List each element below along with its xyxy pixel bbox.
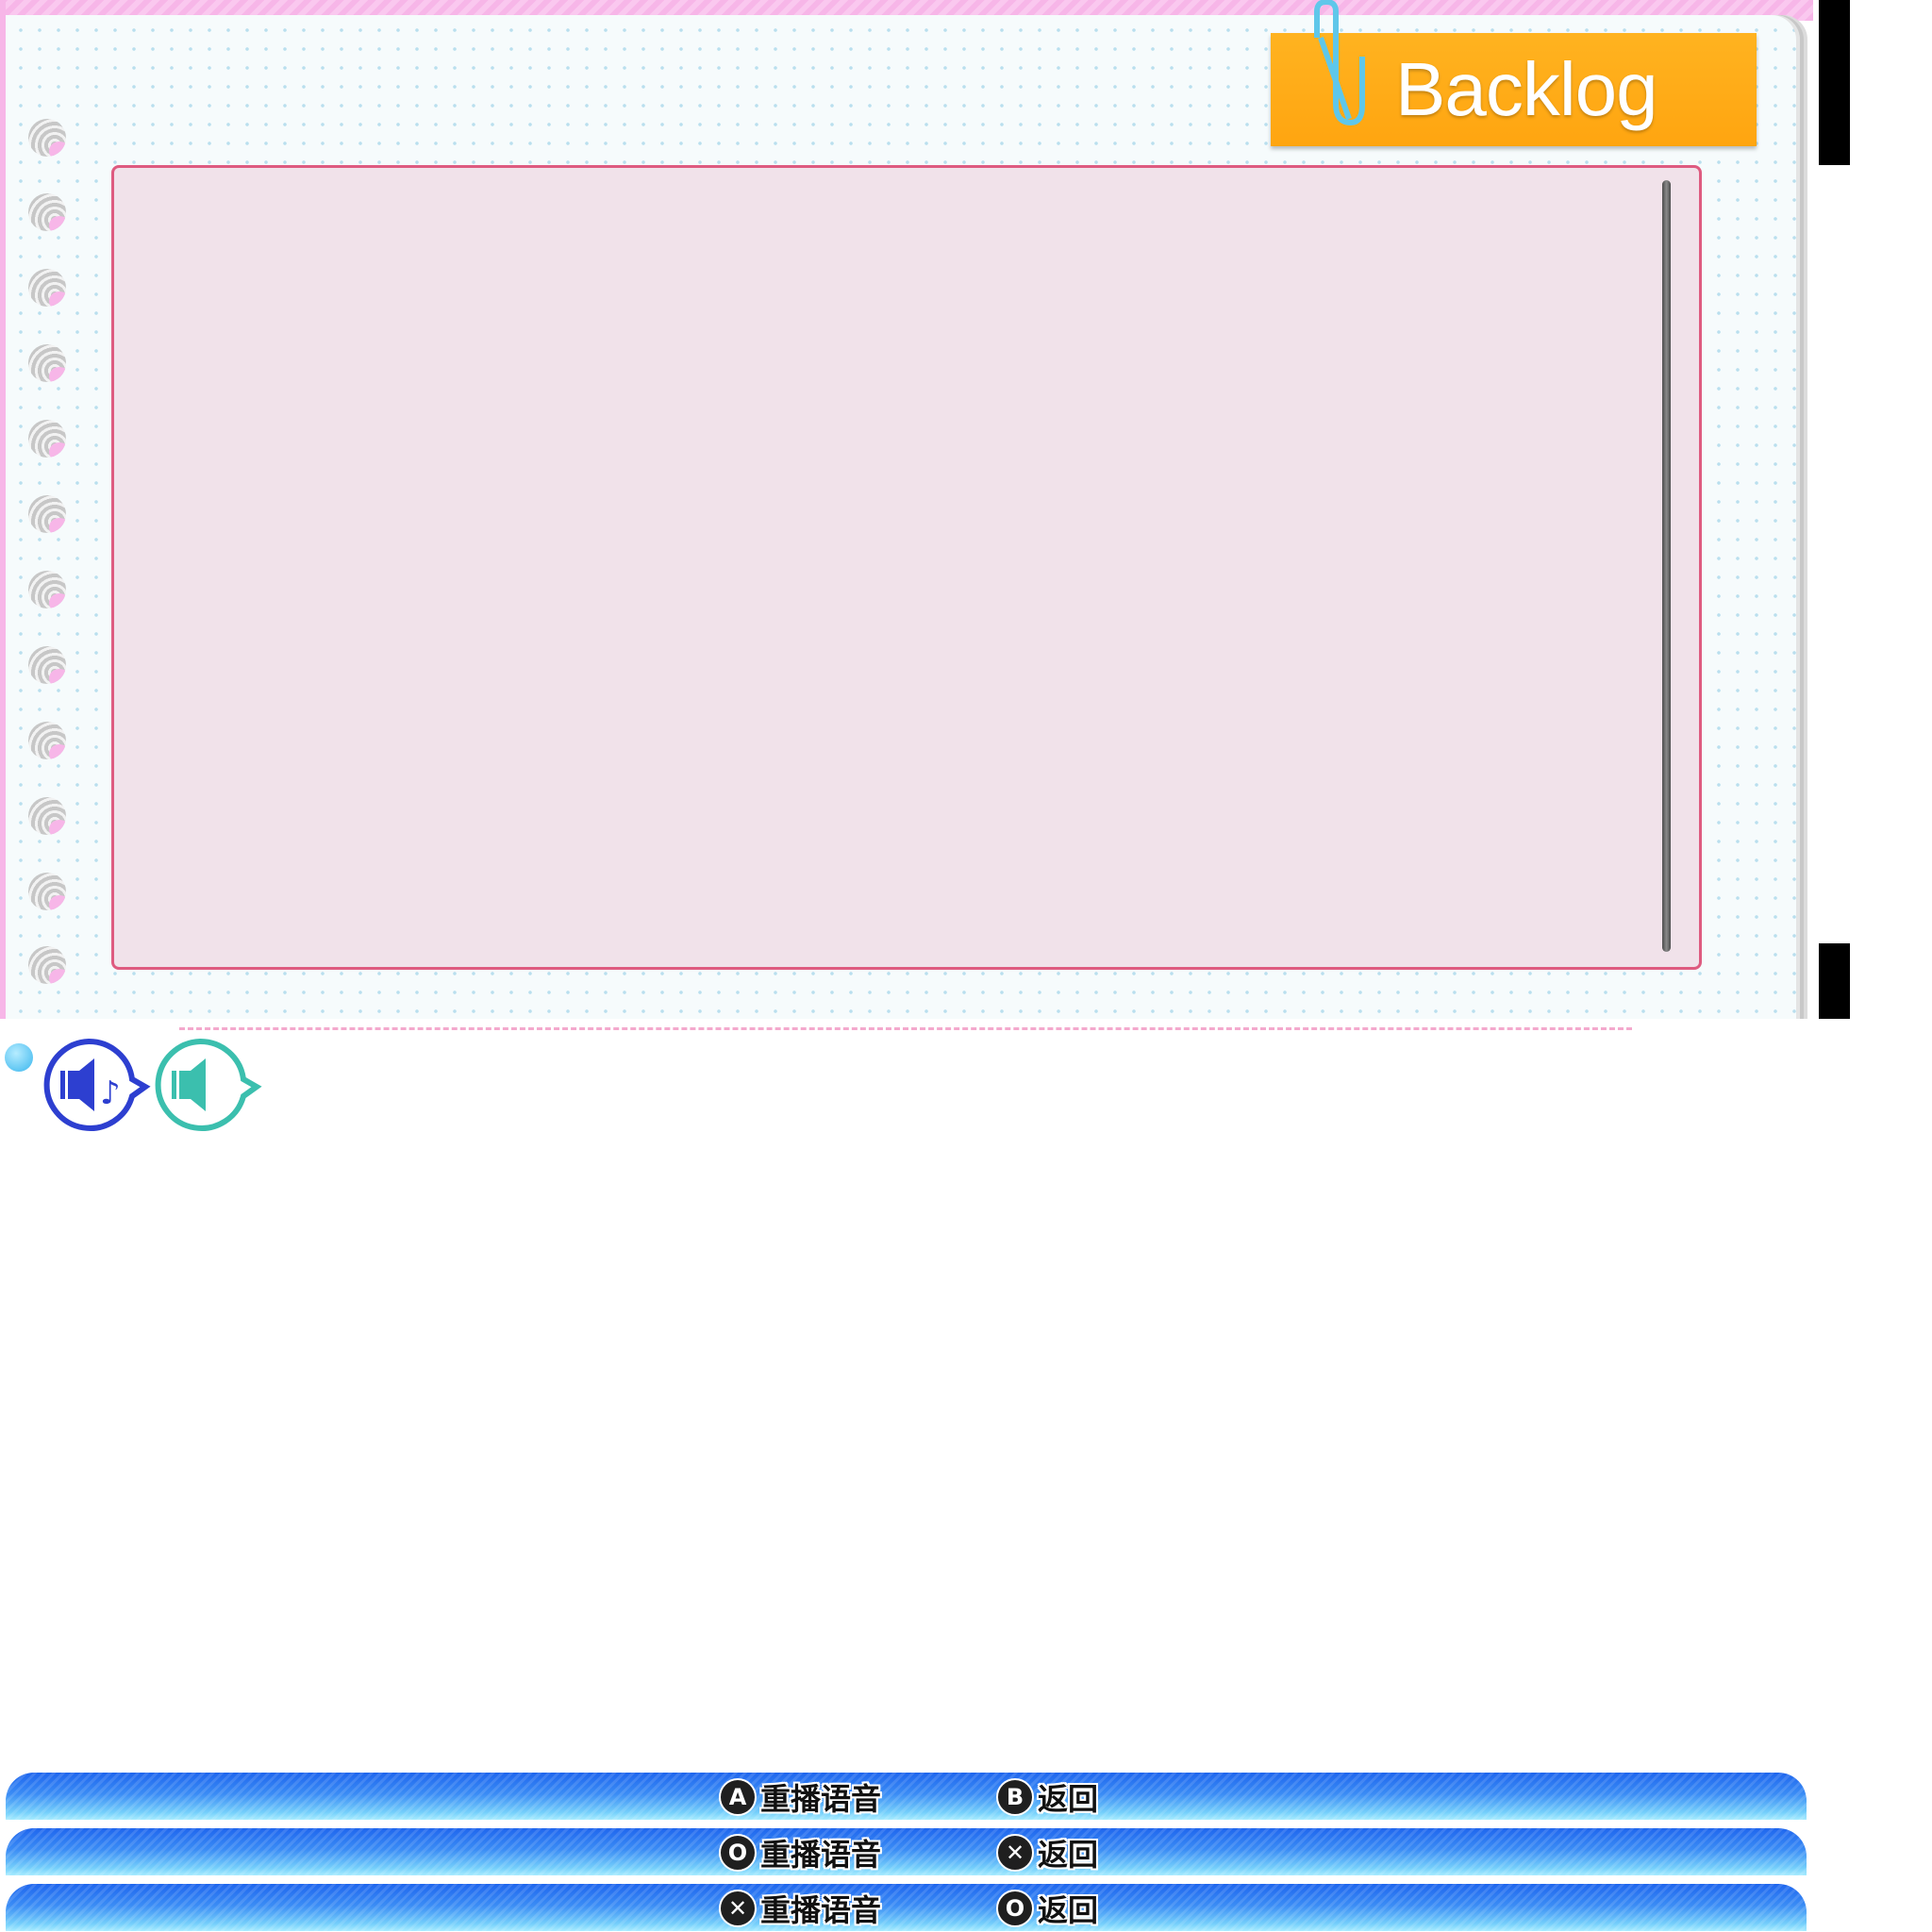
spiral-ring-icon [28, 873, 66, 910]
control-bar: A 重播语音 B 返回 [6, 1773, 1807, 1820]
cross-button-icon: ✕ [719, 1890, 757, 1927]
cross-button-icon: ✕ [996, 1834, 1034, 1872]
spiral-ring-icon [28, 722, 66, 759]
spiral-ring-icon [28, 420, 66, 458]
spiral-ring-icon [28, 344, 66, 382]
replay-voice-label: 重播语音 [760, 1781, 882, 1817]
replay-voice-music-button[interactable]: ♪ [40, 1038, 153, 1132]
spiral-ring-icon [28, 946, 66, 984]
circle-button-icon: O [996, 1890, 1034, 1927]
spiral-ring-icon [28, 571, 66, 608]
spiral-ring-icon [28, 495, 66, 533]
a-button-icon: A [719, 1778, 757, 1816]
back-label: 返回 [1038, 1837, 1099, 1873]
spiral-ring-icon [28, 119, 66, 157]
svg-text:♪: ♪ [100, 1074, 121, 1112]
replay-voice-hint[interactable]: ✕ 重播语音 [719, 1890, 882, 1928]
control-bar: O 重播语音 ✕ 返回 [6, 1828, 1807, 1875]
log-scrollbar[interactable] [1662, 180, 1671, 952]
back-label: 返回 [1038, 1781, 1099, 1817]
backlog-panel[interactable] [111, 165, 1702, 970]
spiral-ring-icon [28, 269, 66, 307]
replay-voice-button[interactable] [151, 1038, 264, 1132]
divider [179, 1027, 1632, 1030]
indicator-dot [5, 1043, 33, 1072]
b-button-icon: B [996, 1778, 1034, 1816]
back-label: 返回 [1038, 1892, 1099, 1928]
spiral-ring-icon [28, 193, 66, 231]
back-hint[interactable]: O 返回 [996, 1890, 1099, 1928]
replay-voice-label: 重播语音 [760, 1892, 882, 1928]
spiral-ring-icon [28, 646, 66, 684]
paperclip-icon [1314, 0, 1365, 126]
replay-voice-label: 重播语音 [760, 1837, 882, 1873]
circle-button-icon: O [719, 1834, 757, 1872]
page-edge [1819, 0, 1850, 1019]
replay-voice-hint[interactable]: A 重播语音 [719, 1778, 882, 1817]
replay-voice-hint[interactable]: O 重播语音 [719, 1834, 882, 1873]
back-hint[interactable]: ✕ 返回 [996, 1834, 1099, 1873]
control-bar: ✕ 重播语音 O 返回 [6, 1884, 1807, 1931]
page-title: Backlog [1395, 47, 1658, 131]
back-hint[interactable]: B 返回 [996, 1778, 1099, 1817]
spiral-ring-icon [28, 797, 66, 835]
